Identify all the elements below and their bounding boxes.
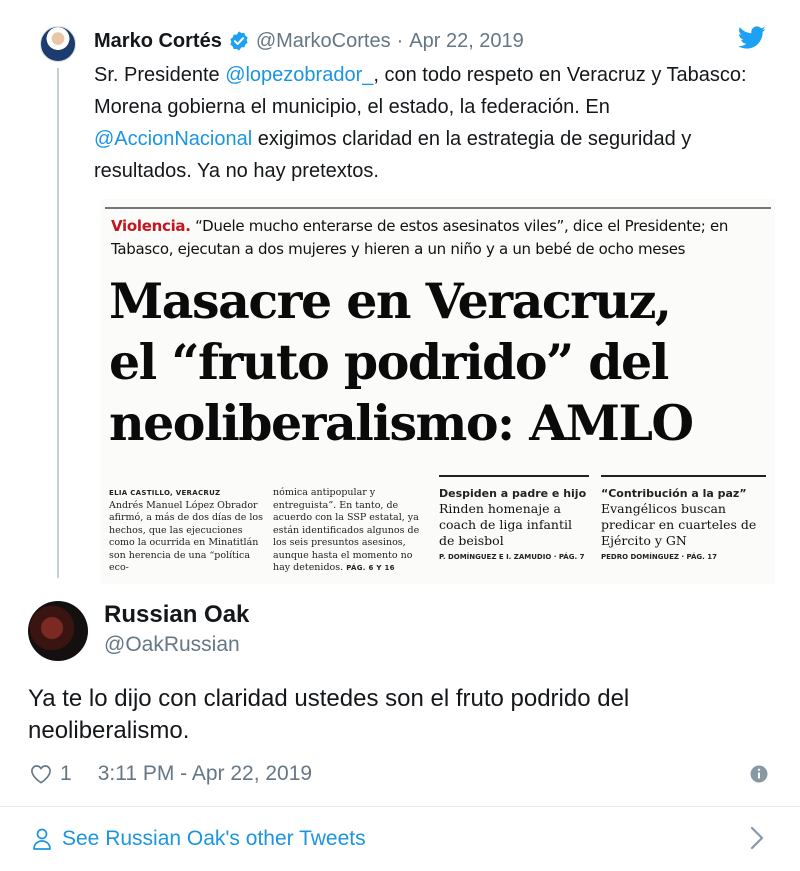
article-column-1: ELIA CASTILLO, VERACRUZ Andrés Manuel Ló… bbox=[109, 487, 267, 575]
twitter-bird-icon[interactable] bbox=[738, 26, 766, 50]
see-other-tweets-link[interactable]: See Russian Oak's other Tweets bbox=[32, 824, 366, 854]
newspaper-headline: Masacre en Veracruz, el “fruto podrido” … bbox=[109, 271, 775, 454]
kicker-text: “Duele mucho enterarse de estos asesinat… bbox=[111, 217, 729, 258]
like-count[interactable]: 1 bbox=[60, 762, 72, 786]
column-3-title: Despiden a padre e hijo bbox=[439, 487, 587, 500]
column-2-text: nómica antipopular y entreguista”. En ta… bbox=[273, 487, 420, 573]
footer-divider bbox=[0, 806, 800, 807]
mention-lopezobrador[interactable]: @lopezobrador_ bbox=[225, 64, 373, 86]
column-2-page: PÁG. 6 Y 16 bbox=[346, 564, 395, 572]
chevron-right-icon[interactable] bbox=[750, 826, 764, 850]
info-icon[interactable] bbox=[750, 765, 768, 783]
headline-line-2: el “fruto podrido” del bbox=[109, 333, 669, 391]
column-4-title: “Contribución a la paz” bbox=[601, 487, 747, 500]
column-4-text: Evangélicos buscan predicar en cuarteles… bbox=[601, 501, 757, 548]
newspaper-image[interactable]: Violencia. “Duele mucho enterarse de est… bbox=[101, 199, 775, 584]
byline: ELIA CASTILLO, VERACRUZ bbox=[109, 489, 221, 497]
quoted-author-handle[interactable]: @MarkoCortes bbox=[256, 30, 391, 53]
column-rule bbox=[439, 475, 589, 477]
kicker-label: Violencia. bbox=[111, 217, 191, 235]
quoted-tweet-header: Marko Cortés @MarkoCortes · Apr 22, 2019 bbox=[94, 28, 524, 54]
headline-line-3: neoliberalismo: AMLO bbox=[109, 394, 694, 452]
verified-badge-icon bbox=[230, 31, 248, 51]
person-icon bbox=[33, 828, 51, 850]
reply-timestamp[interactable]: 3:11 PM - Apr 22, 2019 bbox=[98, 762, 312, 786]
quoted-author-name[interactable]: Marko Cortés bbox=[94, 30, 222, 53]
reply-tweet-text: Ya te lo dijo con claridad ustedes son e… bbox=[28, 685, 630, 744]
article-column-4: “Contribución a la paz” Evangélicos busc… bbox=[601, 487, 769, 564]
see-other-tweets-label[interactable]: See Russian Oak's other Tweets bbox=[62, 827, 366, 851]
heart-icon[interactable] bbox=[30, 764, 52, 784]
reply-author-name[interactable]: Russian Oak bbox=[104, 601, 249, 629]
column-rule bbox=[601, 475, 766, 477]
newspaper-kicker: Violencia. “Duele mucho enterarse de est… bbox=[111, 215, 771, 261]
article-column-2: nómica antipopular y entreguista”. En ta… bbox=[273, 487, 431, 575]
russian-oak-avatar[interactable] bbox=[28, 601, 88, 661]
quoted-tweet-text: Sr. Presidente @lopezobrador_, con todo … bbox=[94, 59, 764, 187]
headline-line-1: Masacre en Veracruz, bbox=[109, 272, 672, 330]
quoted-tweet-date[interactable]: Apr 22, 2019 bbox=[409, 30, 524, 53]
column-1-text: Andrés Manuel López Obrador afirmó, a má… bbox=[109, 499, 264, 574]
mention-accionnacional[interactable]: @AccionNacional bbox=[94, 128, 252, 150]
article-column-3: Despiden a padre e hijo Rinden homenaje … bbox=[439, 487, 591, 564]
header-separator: · bbox=[396, 29, 404, 52]
column-3-foot: P. DOMÍNGUEZ E I. ZAMUDIO · PÁG. 7 bbox=[439, 553, 585, 561]
tweet-meta: 1 3:11 PM - Apr 22, 2019 bbox=[30, 761, 312, 787]
marko-cortes-avatar[interactable] bbox=[40, 26, 76, 62]
column-4-foot: PEDRO DOMÍNGUEZ · PÁG. 17 bbox=[601, 553, 717, 561]
top-rule bbox=[105, 207, 771, 209]
text-segment: Sr. Presidente bbox=[94, 64, 226, 86]
column-3-text: Rinden homenaje a coach de liga infantil… bbox=[439, 501, 572, 548]
thread-line bbox=[57, 68, 59, 578]
reply-author-handle[interactable]: @OakRussian bbox=[104, 633, 240, 657]
